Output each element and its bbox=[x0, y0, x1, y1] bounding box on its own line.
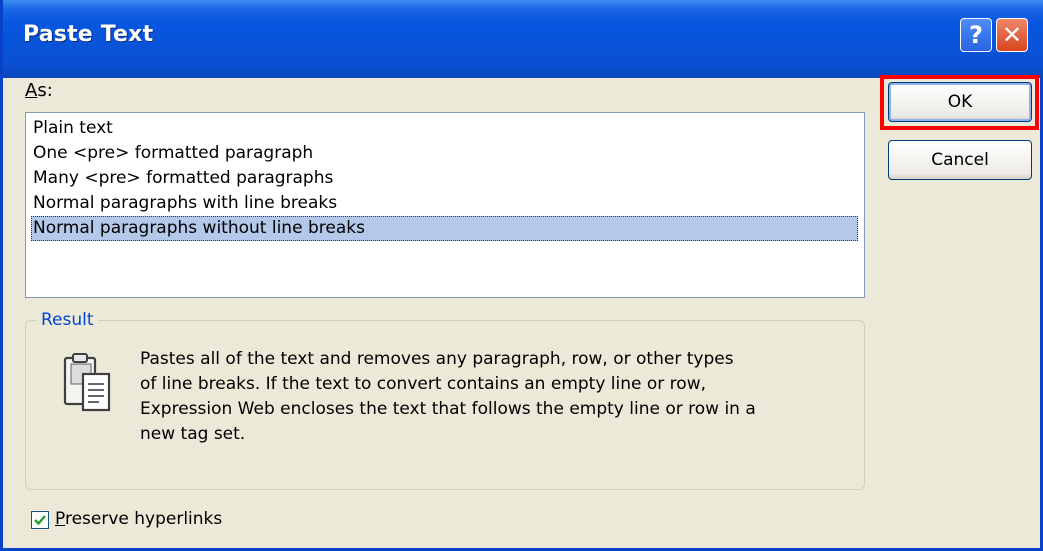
paste-format-listbox[interactable]: Plain text One <pre> formatted paragraph… bbox=[25, 112, 865, 298]
close-icon: ✕ bbox=[1001, 21, 1023, 49]
ok-highlight-box bbox=[880, 75, 1039, 130]
list-item-one-pre-paragraph[interactable]: One <pre> formatted paragraph bbox=[31, 141, 858, 166]
clipboard-paste-icon bbox=[63, 353, 111, 412]
checkmark-icon bbox=[34, 515, 46, 526]
result-group-title: Result bbox=[37, 310, 98, 330]
cancel-button[interactable]: Cancel bbox=[888, 140, 1032, 180]
paste-text-dialog: Paste Text ? ✕ As: Plain text One <pre> … bbox=[0, 0, 1043, 551]
list-item-normal-with-breaks[interactable]: Normal paragraphs with line breaks bbox=[31, 191, 858, 216]
help-button[interactable]: ? bbox=[960, 18, 992, 52]
help-icon: ? bbox=[969, 21, 983, 49]
dialog-title: Paste Text bbox=[23, 22, 154, 47]
description-line: of line breaks. If the text to convert c… bbox=[140, 374, 706, 394]
as-label: As: bbox=[25, 80, 53, 101]
preserve-hyperlinks-label[interactable]: Preserve hyperlinks bbox=[55, 509, 222, 529]
result-description: Pastes all of the text and removes any p… bbox=[140, 347, 840, 447]
description-line: Expression Web encloses the text that fo… bbox=[140, 399, 756, 419]
list-item-normal-without-breaks[interactable]: Normal paragraphs without line breaks bbox=[31, 216, 858, 241]
list-item-many-pre-paragraphs[interactable]: Many <pre> formatted paragraphs bbox=[31, 166, 858, 191]
list-item-plain-text[interactable]: Plain text bbox=[31, 116, 858, 141]
preserve-hyperlinks-checkbox[interactable] bbox=[31, 511, 49, 529]
title-bar[interactable]: Paste Text ? ✕ bbox=[3, 0, 1043, 78]
description-line: new tag set. bbox=[140, 424, 246, 444]
description-line: Pastes all of the text and removes any p… bbox=[140, 349, 734, 369]
close-button[interactable]: ✕ bbox=[996, 18, 1028, 52]
